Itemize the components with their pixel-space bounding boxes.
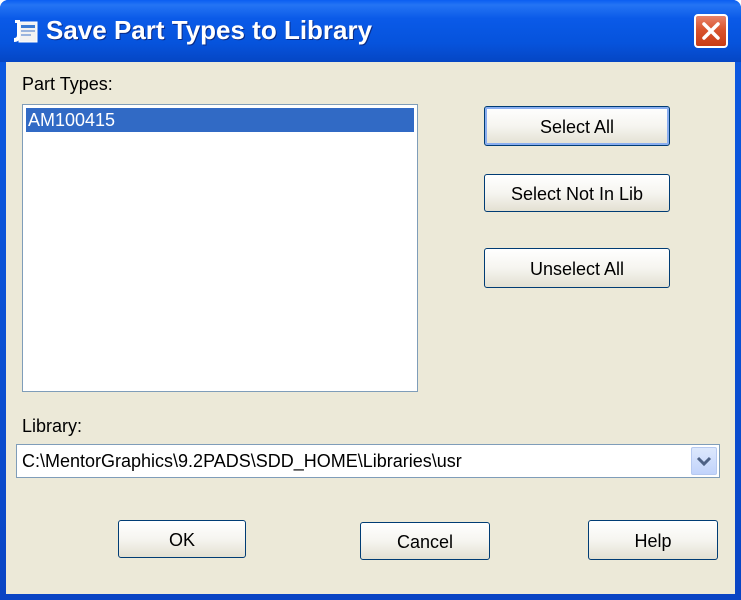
part-types-label: Part Types: — [22, 74, 113, 94]
cancel-label: Cancel — [396, 532, 454, 552]
title-bar[interactable]: Save Part Types to Library — [0, 0, 741, 62]
window-title: Save Part Types to Library — [46, 15, 373, 45]
dialog-body: Part Types: AM100415 Select All Select N… — [6, 62, 735, 594]
select-all-button[interactable]: Select All — [484, 106, 670, 146]
library-label: Library: — [22, 416, 83, 436]
help-label: Help — [634, 531, 672, 551]
list-item[interactable]: AM100415 — [26, 108, 414, 132]
chevron-down-icon — [696, 456, 712, 467]
part-library-icon — [14, 20, 38, 43]
library-path: C:\MentorGraphics\9.2PADS\SDD_HOME\Libra… — [22, 451, 462, 471]
help-button[interactable]: Help — [588, 520, 718, 560]
part-types-list[interactable]: AM100415 — [22, 104, 418, 392]
unselect-all-label: Unselect All — [529, 259, 625, 279]
close-icon — [702, 22, 720, 40]
unselect-all-button[interactable]: Unselect All — [484, 248, 670, 288]
select-all-label: Select All — [539, 117, 615, 137]
ok-label: OK — [168, 530, 195, 550]
library-dropdown[interactable]: C:\MentorGraphics\9.2PADS\SDD_HOME\Libra… — [16, 444, 720, 478]
close-button[interactable] — [694, 14, 728, 48]
cancel-button[interactable]: Cancel — [360, 522, 490, 560]
ok-button[interactable]: OK — [118, 520, 246, 558]
dialog-window: Save Part Types to Library Part Types: A… — [0, 0, 741, 600]
dropdown-button[interactable] — [691, 447, 717, 475]
select-not-in-lib-button[interactable]: Select Not In Lib — [484, 174, 670, 212]
select-not-in-lib-label: Select Not In Lib — [510, 184, 644, 204]
